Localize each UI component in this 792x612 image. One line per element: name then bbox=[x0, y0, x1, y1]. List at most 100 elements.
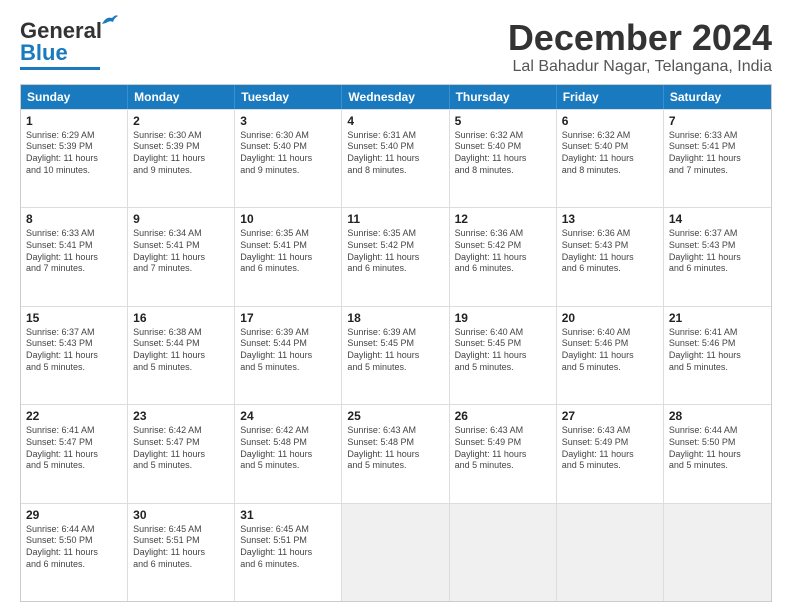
calendar-cell-w4-d3: 24Sunrise: 6:42 AM Sunset: 5:48 PM Dayli… bbox=[235, 405, 342, 502]
day-info: Sunrise: 6:43 AM Sunset: 5:49 PM Dayligh… bbox=[562, 425, 658, 472]
calendar-cell-w1-d4: 4Sunrise: 6:31 AM Sunset: 5:40 PM Daylig… bbox=[342, 110, 449, 207]
header-sunday: Sunday bbox=[21, 85, 128, 109]
day-info: Sunrise: 6:34 AM Sunset: 5:41 PM Dayligh… bbox=[133, 228, 229, 275]
calendar-cell-w4-d7: 28Sunrise: 6:44 AM Sunset: 5:50 PM Dayli… bbox=[664, 405, 771, 502]
calendar-cell-w2-d7: 14Sunrise: 6:37 AM Sunset: 5:43 PM Dayli… bbox=[664, 208, 771, 305]
calendar-cell-w3-d6: 20Sunrise: 6:40 AM Sunset: 5:46 PM Dayli… bbox=[557, 307, 664, 404]
calendar-body: 1Sunrise: 6:29 AM Sunset: 5:39 PM Daylig… bbox=[21, 109, 771, 601]
day-info: Sunrise: 6:37 AM Sunset: 5:43 PM Dayligh… bbox=[669, 228, 766, 275]
calendar-cell-w4-d4: 25Sunrise: 6:43 AM Sunset: 5:48 PM Dayli… bbox=[342, 405, 449, 502]
logo-general: General bbox=[20, 18, 102, 43]
day-info: Sunrise: 6:41 AM Sunset: 5:47 PM Dayligh… bbox=[26, 425, 122, 472]
calendar-week-3: 15Sunrise: 6:37 AM Sunset: 5:43 PM Dayli… bbox=[21, 306, 771, 404]
day-number: 30 bbox=[133, 507, 229, 523]
day-info: Sunrise: 6:45 AM Sunset: 5:51 PM Dayligh… bbox=[133, 524, 229, 571]
day-info: Sunrise: 6:29 AM Sunset: 5:39 PM Dayligh… bbox=[26, 130, 122, 177]
calendar-cell-w5-d4 bbox=[342, 504, 449, 601]
calendar-cell-w3-d4: 18Sunrise: 6:39 AM Sunset: 5:45 PM Dayli… bbox=[342, 307, 449, 404]
day-number: 20 bbox=[562, 310, 658, 326]
header-tuesday: Tuesday bbox=[235, 85, 342, 109]
day-number: 5 bbox=[455, 113, 551, 129]
day-info: Sunrise: 6:36 AM Sunset: 5:42 PM Dayligh… bbox=[455, 228, 551, 275]
day-number: 7 bbox=[669, 113, 766, 129]
calendar-cell-w3-d3: 17Sunrise: 6:39 AM Sunset: 5:44 PM Dayli… bbox=[235, 307, 342, 404]
header: General Blue December 2024 Lal Bahadur N… bbox=[20, 18, 772, 76]
day-number: 12 bbox=[455, 211, 551, 227]
day-number: 11 bbox=[347, 211, 443, 227]
calendar-week-5: 29Sunrise: 6:44 AM Sunset: 5:50 PM Dayli… bbox=[21, 503, 771, 601]
calendar-cell-w4-d5: 26Sunrise: 6:43 AM Sunset: 5:49 PM Dayli… bbox=[450, 405, 557, 502]
day-number: 31 bbox=[240, 507, 336, 523]
day-number: 1 bbox=[26, 113, 122, 129]
calendar-cell-w1-d1: 1Sunrise: 6:29 AM Sunset: 5:39 PM Daylig… bbox=[21, 110, 128, 207]
calendar-cell-w1-d5: 5Sunrise: 6:32 AM Sunset: 5:40 PM Daylig… bbox=[450, 110, 557, 207]
calendar: Sunday Monday Tuesday Wednesday Thursday… bbox=[20, 84, 772, 602]
day-info: Sunrise: 6:31 AM Sunset: 5:40 PM Dayligh… bbox=[347, 130, 443, 177]
day-info: Sunrise: 6:32 AM Sunset: 5:40 PM Dayligh… bbox=[562, 130, 658, 177]
calendar-week-4: 22Sunrise: 6:41 AM Sunset: 5:47 PM Dayli… bbox=[21, 404, 771, 502]
day-info: Sunrise: 6:41 AM Sunset: 5:46 PM Dayligh… bbox=[669, 327, 766, 374]
calendar-cell-w3-d2: 16Sunrise: 6:38 AM Sunset: 5:44 PM Dayli… bbox=[128, 307, 235, 404]
logo-underline bbox=[20, 67, 100, 70]
header-thursday: Thursday bbox=[450, 85, 557, 109]
calendar-cell-w2-d3: 10Sunrise: 6:35 AM Sunset: 5:41 PM Dayli… bbox=[235, 208, 342, 305]
day-info: Sunrise: 6:35 AM Sunset: 5:42 PM Dayligh… bbox=[347, 228, 443, 275]
page: General Blue December 2024 Lal Bahadur N… bbox=[0, 0, 792, 612]
day-number: 22 bbox=[26, 408, 122, 424]
calendar-cell-w1-d6: 6Sunrise: 6:32 AM Sunset: 5:40 PM Daylig… bbox=[557, 110, 664, 207]
calendar-cell-w5-d3: 31Sunrise: 6:45 AM Sunset: 5:51 PM Dayli… bbox=[235, 504, 342, 601]
day-info: Sunrise: 6:38 AM Sunset: 5:44 PM Dayligh… bbox=[133, 327, 229, 374]
day-number: 24 bbox=[240, 408, 336, 424]
day-info: Sunrise: 6:43 AM Sunset: 5:48 PM Dayligh… bbox=[347, 425, 443, 472]
day-info: Sunrise: 6:35 AM Sunset: 5:41 PM Dayligh… bbox=[240, 228, 336, 275]
header-wednesday: Wednesday bbox=[342, 85, 449, 109]
calendar-cell-w1-d3: 3Sunrise: 6:30 AM Sunset: 5:40 PM Daylig… bbox=[235, 110, 342, 207]
day-number: 10 bbox=[240, 211, 336, 227]
calendar-cell-w3-d1: 15Sunrise: 6:37 AM Sunset: 5:43 PM Dayli… bbox=[21, 307, 128, 404]
calendar-title: December 2024 bbox=[508, 18, 772, 58]
day-info: Sunrise: 6:36 AM Sunset: 5:43 PM Dayligh… bbox=[562, 228, 658, 275]
day-info: Sunrise: 6:40 AM Sunset: 5:46 PM Dayligh… bbox=[562, 327, 658, 374]
day-number: 23 bbox=[133, 408, 229, 424]
day-info: Sunrise: 6:39 AM Sunset: 5:44 PM Dayligh… bbox=[240, 327, 336, 374]
calendar-subtitle: Lal Bahadur Nagar, Telangana, India bbox=[508, 58, 772, 76]
day-number: 16 bbox=[133, 310, 229, 326]
calendar-cell-w4-d2: 23Sunrise: 6:42 AM Sunset: 5:47 PM Dayli… bbox=[128, 405, 235, 502]
day-number: 25 bbox=[347, 408, 443, 424]
header-saturday: Saturday bbox=[664, 85, 771, 109]
calendar-cell-w2-d6: 13Sunrise: 6:36 AM Sunset: 5:43 PM Dayli… bbox=[557, 208, 664, 305]
header-friday: Friday bbox=[557, 85, 664, 109]
day-number: 21 bbox=[669, 310, 766, 326]
day-info: Sunrise: 6:30 AM Sunset: 5:40 PM Dayligh… bbox=[240, 130, 336, 177]
day-number: 28 bbox=[669, 408, 766, 424]
day-number: 27 bbox=[562, 408, 658, 424]
day-info: Sunrise: 6:45 AM Sunset: 5:51 PM Dayligh… bbox=[240, 524, 336, 571]
day-number: 2 bbox=[133, 113, 229, 129]
day-number: 15 bbox=[26, 310, 122, 326]
day-number: 18 bbox=[347, 310, 443, 326]
day-info: Sunrise: 6:43 AM Sunset: 5:49 PM Dayligh… bbox=[455, 425, 551, 472]
calendar-header: Sunday Monday Tuesday Wednesday Thursday… bbox=[21, 85, 771, 109]
header-monday: Monday bbox=[128, 85, 235, 109]
logo-bird-icon bbox=[98, 10, 120, 32]
day-number: 9 bbox=[133, 211, 229, 227]
calendar-cell-w2-d5: 12Sunrise: 6:36 AM Sunset: 5:42 PM Dayli… bbox=[450, 208, 557, 305]
calendar-cell-w5-d1: 29Sunrise: 6:44 AM Sunset: 5:50 PM Dayli… bbox=[21, 504, 128, 601]
day-number: 4 bbox=[347, 113, 443, 129]
calendar-cell-w4-d1: 22Sunrise: 6:41 AM Sunset: 5:47 PM Dayli… bbox=[21, 405, 128, 502]
calendar-cell-w4-d6: 27Sunrise: 6:43 AM Sunset: 5:49 PM Dayli… bbox=[557, 405, 664, 502]
calendar-cell-w5-d2: 30Sunrise: 6:45 AM Sunset: 5:51 PM Dayli… bbox=[128, 504, 235, 601]
day-info: Sunrise: 6:42 AM Sunset: 5:48 PM Dayligh… bbox=[240, 425, 336, 472]
logo: General Blue bbox=[20, 18, 102, 70]
calendar-cell-w5-d6 bbox=[557, 504, 664, 601]
calendar-cell-w5-d7 bbox=[664, 504, 771, 601]
day-info: Sunrise: 6:44 AM Sunset: 5:50 PM Dayligh… bbox=[669, 425, 766, 472]
day-info: Sunrise: 6:33 AM Sunset: 5:41 PM Dayligh… bbox=[26, 228, 122, 275]
day-number: 19 bbox=[455, 310, 551, 326]
calendar-cell-w5-d5 bbox=[450, 504, 557, 601]
day-info: Sunrise: 6:33 AM Sunset: 5:41 PM Dayligh… bbox=[669, 130, 766, 177]
calendar-cell-w1-d2: 2Sunrise: 6:30 AM Sunset: 5:39 PM Daylig… bbox=[128, 110, 235, 207]
calendar-week-1: 1Sunrise: 6:29 AM Sunset: 5:39 PM Daylig… bbox=[21, 109, 771, 207]
day-number: 14 bbox=[669, 211, 766, 227]
day-number: 3 bbox=[240, 113, 336, 129]
